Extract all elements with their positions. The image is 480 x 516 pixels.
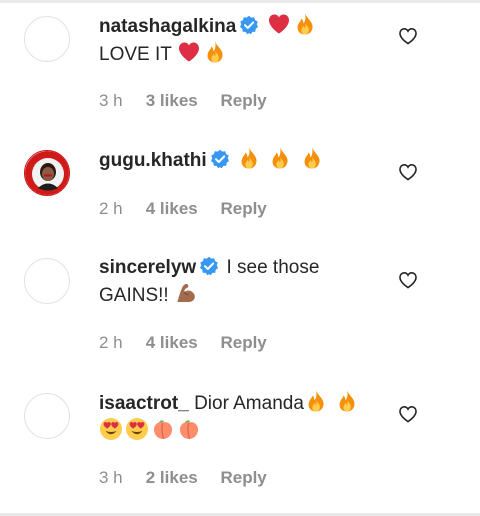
like-heart-icon[interactable]	[398, 271, 418, 289]
comment-meta: 2 h 4 likes Reply	[99, 199, 267, 219]
comment-time: 2 h	[99, 199, 123, 218]
profile-photo-icon	[25, 151, 69, 195]
likes-count[interactable]: 4 likes	[146, 333, 198, 353]
avatar[interactable]	[24, 393, 70, 439]
comment-meta: 3 h 2 likes Reply	[99, 468, 267, 488]
heart-eyes-emoji-icon	[125, 417, 149, 441]
verified-badge-icon	[239, 15, 259, 35]
comment-username[interactable]: isaactrot_	[99, 393, 189, 414]
comment-meta: 3 h 3 likes Reply	[99, 91, 267, 111]
reply-button[interactable]: Reply	[220, 91, 266, 111]
reply-button[interactable]: Reply	[220, 199, 266, 219]
comment-body: natashagalkina LOVE IT	[99, 12, 369, 68]
fire-emoji-icon	[304, 389, 328, 413]
fire-emoji-icon	[300, 146, 324, 170]
red-heart-emoji-icon	[267, 12, 291, 36]
peach-emoji-icon	[177, 417, 201, 441]
reply-button[interactable]: Reply	[220, 468, 266, 488]
comment-time: 3 h	[99, 468, 123, 487]
fire-emoji-icon	[293, 12, 317, 36]
reply-button[interactable]: Reply	[220, 333, 266, 353]
likes-count[interactable]: 2 likes	[146, 468, 198, 488]
avatar[interactable]	[24, 16, 70, 62]
flexed-biceps-emoji-icon	[174, 281, 198, 305]
like-heart-icon[interactable]	[398, 405, 418, 423]
avatar[interactable]	[24, 258, 70, 304]
comment-body: sincerelyw I see those GAINS!!	[99, 254, 369, 309]
fire-emoji-icon	[335, 389, 359, 413]
comment-text: LOVE IT	[99, 44, 172, 65]
comment-body: isaactrot_ Dior Amanda	[99, 389, 369, 445]
comment-username[interactable]: gugu.khathi	[99, 150, 207, 171]
peach-emoji-icon	[151, 417, 175, 441]
comment-username[interactable]: natashagalkina	[99, 16, 236, 37]
verified-badge-icon	[210, 149, 230, 169]
heart-eyes-emoji-icon	[99, 417, 123, 441]
red-heart-emoji-icon	[177, 40, 201, 64]
fire-emoji-icon	[203, 40, 227, 64]
like-heart-icon[interactable]	[398, 27, 418, 45]
likes-count[interactable]: 3 likes	[146, 91, 198, 111]
comment-text: Dior Amanda	[194, 393, 304, 414]
fire-emoji-icon	[237, 146, 261, 170]
comment-time: 2 h	[99, 333, 123, 352]
comment-body: gugu.khathi	[99, 146, 369, 174]
comment-username[interactable]: sincerelyw	[99, 257, 196, 278]
like-heart-icon[interactable]	[398, 163, 418, 181]
top-divider	[0, 0, 480, 3]
likes-count[interactable]: 4 likes	[146, 199, 198, 219]
avatar[interactable]	[24, 150, 70, 196]
comment-time: 3 h	[99, 91, 123, 110]
verified-badge-icon	[199, 256, 219, 276]
fire-emoji-icon	[268, 146, 292, 170]
comment-meta: 2 h 4 likes Reply	[99, 333, 267, 353]
